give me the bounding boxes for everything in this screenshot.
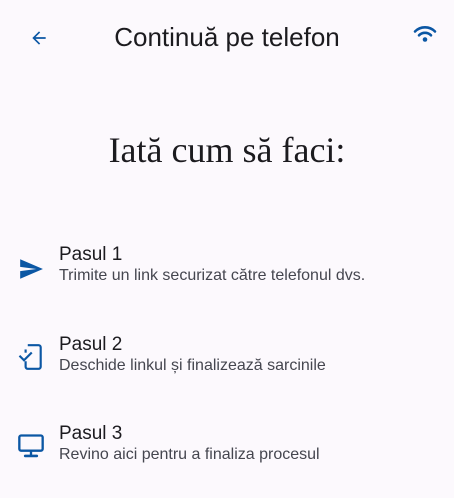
top-app-bar: Continuă pe telefon (0, 0, 454, 74)
wifi-status (410, 22, 440, 46)
wifi-icon (413, 26, 437, 42)
step-description: Trimite un link securizat către telefonu… (59, 267, 366, 284)
step-description: Revino aici pentru a finaliza procesul (59, 446, 320, 463)
page-title: Continuă pe telefon (114, 22, 340, 52)
step-description: Deschide linkul și finalizează sarcinile (59, 357, 326, 374)
phone-check-icon (16, 342, 46, 372)
step-title: Pasul 1 (59, 244, 123, 265)
instructions-heading: Iată cum să faci: (108, 130, 346, 170)
send-icon (16, 254, 46, 284)
step-title: Pasul 2 (59, 334, 123, 355)
step-2: Pasul 2 Deschide linkul și finalizează s… (0, 334, 454, 384)
desktop-icon (16, 431, 46, 461)
step-title: Pasul 3 (59, 423, 123, 444)
step-1: Pasul 1 Trimite un link securizat către … (0, 244, 454, 294)
step-3: Pasul 3 Revino aici pentru a finaliza pr… (0, 423, 454, 473)
